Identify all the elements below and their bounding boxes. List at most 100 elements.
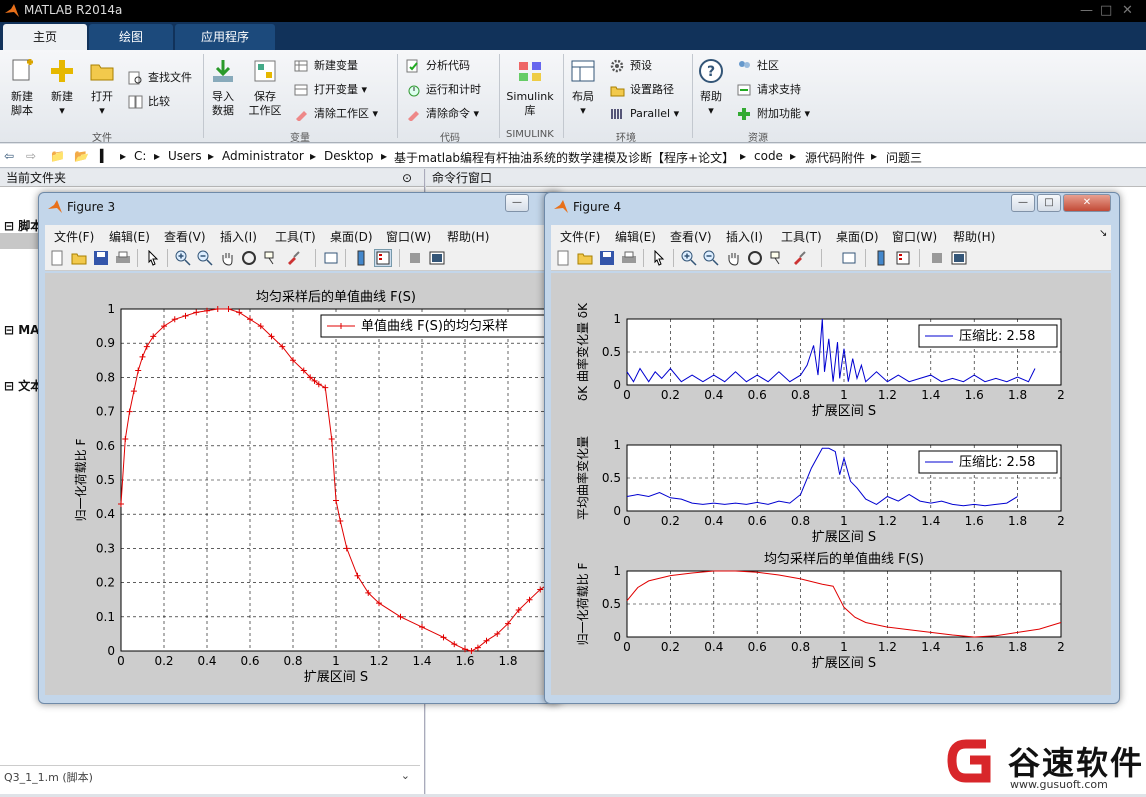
data-cursor-icon[interactable] [769, 250, 785, 266]
colorbar-icon[interactable] [353, 250, 369, 266]
pan-icon[interactable] [725, 250, 741, 266]
menu-edit[interactable]: 编辑(E) [109, 228, 150, 245]
maximize-icon[interactable]: □ [1100, 3, 1112, 18]
hide-plot-tools-icon[interactable] [407, 250, 423, 266]
panel-menu-icon[interactable]: ⊙ [402, 169, 412, 187]
path-segment[interactable]: 源代码附件 [805, 149, 865, 166]
menu-view[interactable]: 查看(V) [670, 228, 712, 245]
close-button[interactable]: ✕ [1063, 194, 1111, 212]
figure-4-canvas[interactable]: 0 0.2 0.4 0.6 0.8 1 1.2 1.4 1.6 1.8 2 0 0.5 1 扩展区间 S δK… [551, 273, 1111, 695]
layout-button[interactable]: 布局 ▾ [568, 58, 598, 118]
brush-icon[interactable] [791, 250, 807, 266]
tab-home[interactable]: 主页 [3, 24, 87, 50]
link-plot-icon[interactable] [323, 250, 339, 266]
save-icon[interactable] [599, 250, 615, 266]
link-plot-icon[interactable] [841, 250, 857, 266]
zoom-in-icon[interactable] [175, 250, 191, 266]
minimize-button[interactable]: — [505, 194, 529, 212]
back-icon[interactable]: ⇦ [4, 149, 14, 163]
save-workspace-button[interactable]: 保存 工作区 [248, 58, 282, 118]
menu-file[interactable]: 文件(F) [54, 228, 94, 245]
up-folder-icon[interactable]: 📁 [50, 149, 65, 163]
save-icon[interactable] [93, 250, 109, 266]
zoom-out-icon[interactable] [197, 250, 213, 266]
menu-edit[interactable]: 编辑(E) [615, 228, 656, 245]
menu-window[interactable]: 窗口(W) [892, 228, 937, 245]
open-file-icon[interactable] [577, 250, 593, 266]
selected-row[interactable] [0, 233, 40, 249]
clear-workspace-button[interactable]: 清除工作区 ▾ [294, 104, 378, 124]
browse-folder-icon[interactable]: 📂 [74, 149, 89, 163]
colorbar-icon[interactable] [873, 250, 889, 266]
path-segment[interactable]: Desktop [324, 149, 374, 163]
menu-view[interactable]: 查看(V) [164, 228, 206, 245]
hide-plot-tools-icon[interactable] [929, 250, 945, 266]
analyze-code-button[interactable]: 分析代码 [406, 56, 470, 76]
tab-apps[interactable]: 应用程序 [175, 24, 275, 50]
help-button[interactable]: ? 帮助 ▾ [697, 58, 725, 118]
import-data-button[interactable]: 导入 数据 [208, 58, 238, 118]
menu-help[interactable]: 帮助(H) [953, 228, 995, 245]
figure-4-plot[interactable]: 0 0.2 0.4 0.6 0.8 1 1.2 1.4 1.6 1.8 2 0 0.5 1 扩展区间 S δK… [551, 273, 1111, 695]
figure-3-plot[interactable]: 00.20.40.60.811.21.41.61.8200.10.20.30.4… [45, 273, 555, 695]
zoom-in-icon[interactable] [681, 250, 697, 266]
minimize-button[interactable]: — [1011, 194, 1035, 212]
legend-icon[interactable] [374, 249, 392, 267]
pointer-icon[interactable] [145, 250, 161, 266]
open-button[interactable]: 打开 ▾ [88, 58, 116, 118]
preferences-button[interactable]: 预设 [610, 56, 652, 76]
print-icon[interactable] [115, 250, 131, 266]
menu-desktop[interactable]: 桌面(D) [330, 228, 373, 245]
tab-plots[interactable]: 绘图 [89, 24, 173, 50]
menu-help[interactable]: 帮助(H) [447, 228, 489, 245]
parallel-button[interactable]: Parallel ▾ [610, 104, 679, 124]
request-support-button[interactable]: 请求支持 [737, 80, 801, 100]
new-figure-icon[interactable] [555, 250, 571, 266]
rotate-icon[interactable] [747, 250, 763, 266]
forward-icon[interactable]: ⇨ [26, 149, 36, 163]
legend-icon[interactable] [895, 250, 911, 266]
figure-3-canvas[interactable]: 00.20.40.60.811.21.41.61.8200.10.20.30.4… [45, 273, 555, 695]
new-button[interactable]: 新建 ▾ [48, 58, 76, 118]
menu-tools[interactable]: 工具(T) [275, 228, 316, 245]
menu-window[interactable]: 窗口(W) [386, 228, 431, 245]
menu-desktop[interactable]: 桌面(D) [836, 228, 879, 245]
set-path-button[interactable]: 设置路径 [610, 80, 674, 100]
menu-file[interactable]: 文件(F) [560, 228, 600, 245]
path-segment[interactable]: Users [168, 149, 202, 163]
close-icon[interactable]: ✕ [1122, 3, 1133, 18]
show-plot-tools-icon[interactable] [429, 250, 445, 266]
dock-icon[interactable]: ↘ [1099, 228, 1107, 239]
path-segment[interactable]: 基于matlab编程有杆抽油系统的数学建模及诊断【程序+论文】 [394, 149, 734, 166]
clear-commands-button[interactable]: 清除命令 ▾ [406, 104, 479, 124]
pointer-icon[interactable] [651, 250, 667, 266]
new-script-button[interactable]: 新建 脚本 [6, 58, 38, 118]
pan-icon[interactable] [219, 250, 235, 266]
compare-button[interactable]: 比较 [128, 92, 170, 112]
menu-insert[interactable]: 插入(I) [726, 228, 763, 245]
section-scripts[interactable]: ⊟ 脚本 [4, 217, 42, 234]
minimize-icon[interactable]: — [1080, 3, 1093, 18]
brush-icon[interactable] [285, 250, 301, 266]
addons-button[interactable]: 附加功能 ▾ [737, 104, 810, 124]
new-figure-icon[interactable] [49, 250, 65, 266]
menu-tools[interactable]: 工具(T) [781, 228, 822, 245]
show-plot-tools-icon[interactable] [951, 250, 967, 266]
data-cursor-icon[interactable] [263, 250, 279, 266]
new-variable-button[interactable]: 新建变量 [294, 56, 358, 76]
section-text[interactable]: ⊟ 文本 [4, 377, 42, 394]
zoom-out-icon[interactable] [703, 250, 719, 266]
run-and-time-button[interactable]: 运行和计时 [406, 80, 481, 100]
file-details-bar[interactable]: Q3_1_1.m (脚本) ⌄ [0, 765, 420, 785]
maximize-button[interactable]: □ [1037, 194, 1061, 212]
section-ma[interactable]: ⊟ MA [4, 323, 39, 337]
rotate-icon[interactable] [241, 250, 257, 266]
path-segment[interactable]: code [754, 149, 783, 163]
figure-4-window[interactable]: Figure 4 — □ ✕ 文件(F) 编辑(E) 查看(V) 插入(I) 工… [544, 192, 1120, 704]
path-bar[interactable]: ⇦ ⇨ 📁 📂 ▍ ▸ C: ▸ Users ▸ Administrator ▸… [0, 144, 1146, 168]
path-segment[interactable]: 问题三 [886, 149, 922, 166]
open-variable-button[interactable]: 打开变量 ▾ [294, 80, 367, 100]
community-button[interactable]: 社区 [737, 56, 779, 76]
print-icon[interactable] [621, 250, 637, 266]
open-file-icon[interactable] [71, 250, 87, 266]
